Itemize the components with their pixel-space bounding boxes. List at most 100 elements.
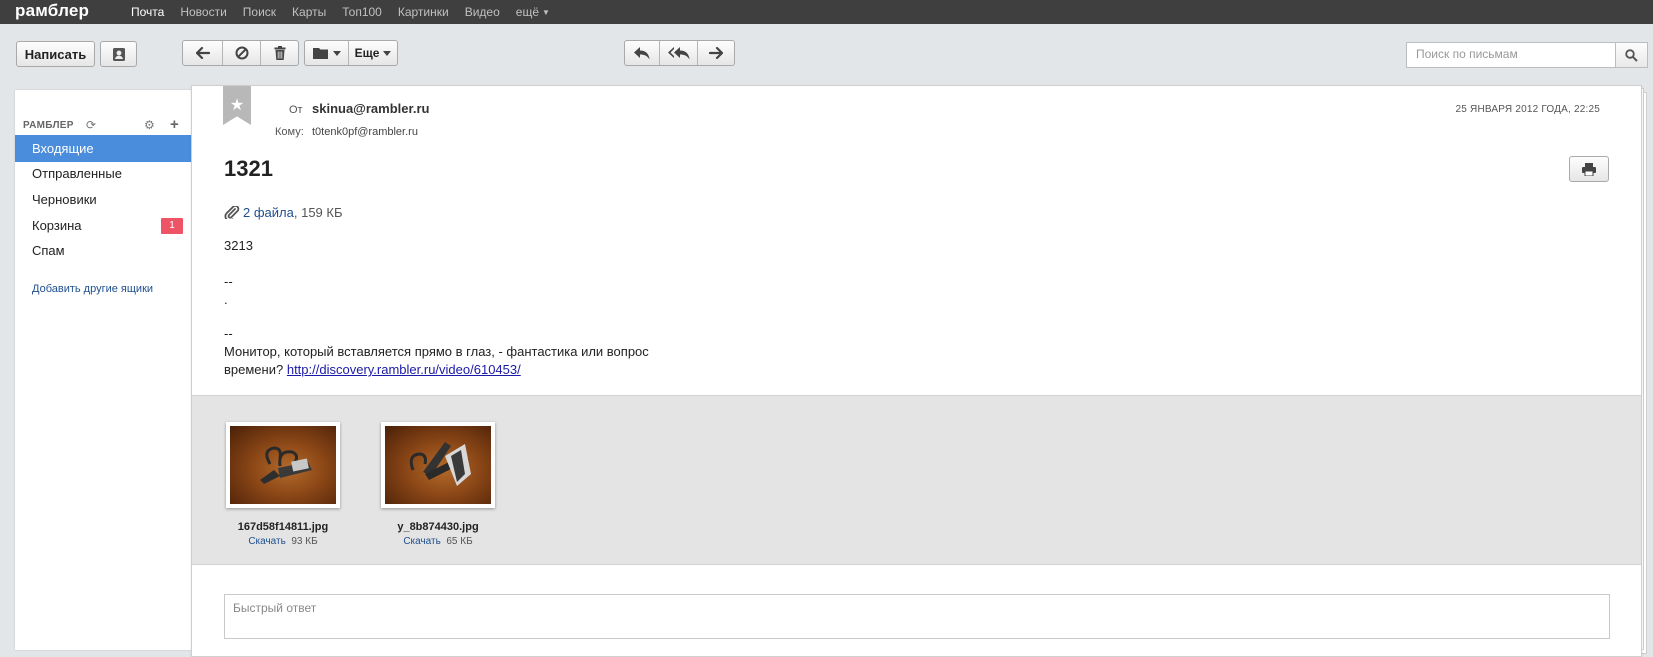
attachment-size: 65 КБ — [446, 536, 473, 547]
nav-search[interactable]: Поиск — [243, 5, 276, 19]
tool-photo — [409, 442, 471, 486]
forward-button[interactable] — [698, 41, 734, 65]
folder-drafts[interactable]: Черновики — [15, 186, 192, 213]
from-label: От — [289, 104, 303, 116]
trash-icon — [274, 46, 285, 60]
nav-video[interactable]: Видео — [465, 5, 500, 19]
nav-maps[interactable]: Карты — [292, 5, 326, 19]
quick-reply-box — [224, 594, 1610, 639]
nav-more-label: ещё — [515, 5, 539, 19]
caret-down-icon — [383, 50, 392, 56]
search-input[interactable] — [1407, 43, 1612, 65]
folder-trash[interactable]: Корзина 1 — [15, 212, 192, 239]
reply-all-icon — [667, 46, 690, 59]
attachment-filename: y_8b874430.jpg — [397, 521, 479, 533]
spam-button[interactable] — [223, 41, 261, 65]
folder-spam[interactable]: Спам — [15, 237, 192, 264]
nav-images[interactable]: Картинки — [398, 5, 449, 19]
add-icon[interactable]: + — [170, 116, 179, 133]
message-subject: 1321 — [224, 156, 273, 181]
folder-icon — [312, 48, 328, 59]
sender-address[interactable]: skinua@rambler.ru — [312, 101, 429, 116]
nav-more[interactable]: ещё ▼ — [516, 5, 550, 19]
signature-dot: . — [224, 292, 228, 307]
to-label: Кому: — [275, 126, 304, 138]
tool-photo — [260, 446, 312, 484]
printer-icon — [1582, 162, 1596, 176]
message-pane: ★ От skinua@rambler.ru Кому: t0tenk0pf@r… — [191, 85, 1642, 657]
search-field — [1406, 42, 1616, 68]
back-button[interactable] — [183, 41, 223, 65]
folder-label: Спам — [32, 243, 65, 258]
attachment-thumbnail[interactable] — [226, 422, 340, 508]
attachments-size: , 159 КБ — [293, 205, 343, 220]
attachments-area: 167d58f14811.jpg Скачать 93 КБ y_8b87443… — [192, 395, 1641, 565]
paperclip-icon — [224, 204, 240, 222]
nav-mail[interactable]: Почта — [131, 5, 164, 19]
folder-sent[interactable]: Отправленные — [15, 160, 192, 187]
rambler-logo[interactable]: рамблер — [15, 1, 89, 21]
print-button[interactable] — [1569, 156, 1609, 182]
sidebar: РАМБЛЕР ⟳ ⚙ + Входящие Отправленные Черн… — [15, 90, 192, 650]
gear-icon[interactable]: ⚙ — [144, 118, 155, 132]
arrow-left-icon — [195, 47, 210, 59]
folder-label: Отправленные — [32, 166, 122, 181]
attachment-meta: Скачать 65 КБ — [381, 536, 495, 547]
signature-dash: -- — [224, 274, 233, 289]
attachment-image — [230, 426, 336, 504]
message-body: 3213 -- . -- Монитор, который вставляетс… — [224, 237, 824, 379]
ad-text: Монитор, который вставляется прямо в гла… — [224, 344, 649, 359]
toolbar: Написать Еще — [0, 24, 1653, 84]
attachment-meta: Скачать 93 КБ — [226, 536, 340, 547]
arrow-right-icon — [708, 47, 723, 59]
folder-label: Черновики — [32, 192, 97, 207]
folder-label: Входящие — [32, 141, 94, 156]
delete-button[interactable] — [261, 41, 298, 65]
account-name: РАМБЛЕР — [23, 120, 74, 131]
reply-button[interactable] — [625, 41, 661, 65]
refresh-icon[interactable]: ⟳ — [86, 118, 96, 132]
more-actions-label: Еще — [354, 46, 380, 60]
folder-inbox[interactable]: Входящие — [15, 135, 192, 162]
top-bar: рамблер Почта Новости Поиск Карты Топ100… — [0, 0, 1653, 24]
attachment-thumbnail[interactable] — [381, 422, 495, 508]
reply-actions-group — [624, 40, 735, 66]
ad-text-line2: времени? http://discovery.rambler.ru/vid… — [224, 361, 824, 379]
recipient-address[interactable]: t0tenk0pf@rambler.ru — [312, 126, 418, 138]
attachment-image — [385, 426, 491, 504]
quick-reply-input[interactable] — [225, 595, 1609, 638]
block-icon — [235, 46, 248, 60]
contacts-icon — [112, 47, 125, 61]
message-date: 25 ЯНВАРЯ 2012 ГОДА, 22:25 — [1455, 104, 1600, 115]
attachment-size: 93 КБ — [291, 536, 318, 547]
search-button[interactable] — [1616, 42, 1648, 68]
add-mailboxes-link[interactable]: Добавить другие ящики — [32, 283, 153, 295]
ad-text-tail: времени? — [224, 362, 284, 377]
ad-link[interactable]: http://discovery.rambler.ru/video/610453… — [287, 362, 521, 377]
caret-down-icon — [332, 50, 341, 56]
download-link[interactable]: Скачать — [403, 536, 441, 547]
message-actions-group — [182, 40, 299, 66]
folder-actions-group: Еще — [304, 40, 398, 66]
attachments-summary: 2 файла, 159 КБ — [224, 204, 343, 222]
move-to-folder-button[interactable] — [305, 41, 350, 65]
reply-all-button[interactable] — [660, 41, 698, 65]
download-link[interactable]: Скачать — [248, 536, 286, 547]
unread-badge: 1 — [161, 218, 183, 234]
attachments-link[interactable]: 2 файла — [243, 205, 294, 220]
top-nav: Почта Новости Поиск Карты Топ100 Картинк… — [131, 5, 550, 19]
caret-down-icon: ▼ — [542, 8, 550, 17]
compose-button[interactable]: Написать — [16, 41, 95, 67]
nav-top100[interactable]: Топ100 — [342, 5, 382, 19]
contacts-button[interactable] — [100, 41, 137, 67]
more-actions-button[interactable]: Еще — [349, 41, 397, 65]
search-icon — [1625, 48, 1638, 62]
star-icon[interactable]: ★ — [223, 86, 251, 125]
nav-news[interactable]: Новости — [180, 5, 226, 19]
folder-label: Корзина — [32, 218, 82, 233]
attachment-filename: 167d58f14811.jpg — [237, 521, 329, 533]
reply-icon — [634, 46, 650, 59]
body-line: 3213 — [224, 238, 253, 253]
